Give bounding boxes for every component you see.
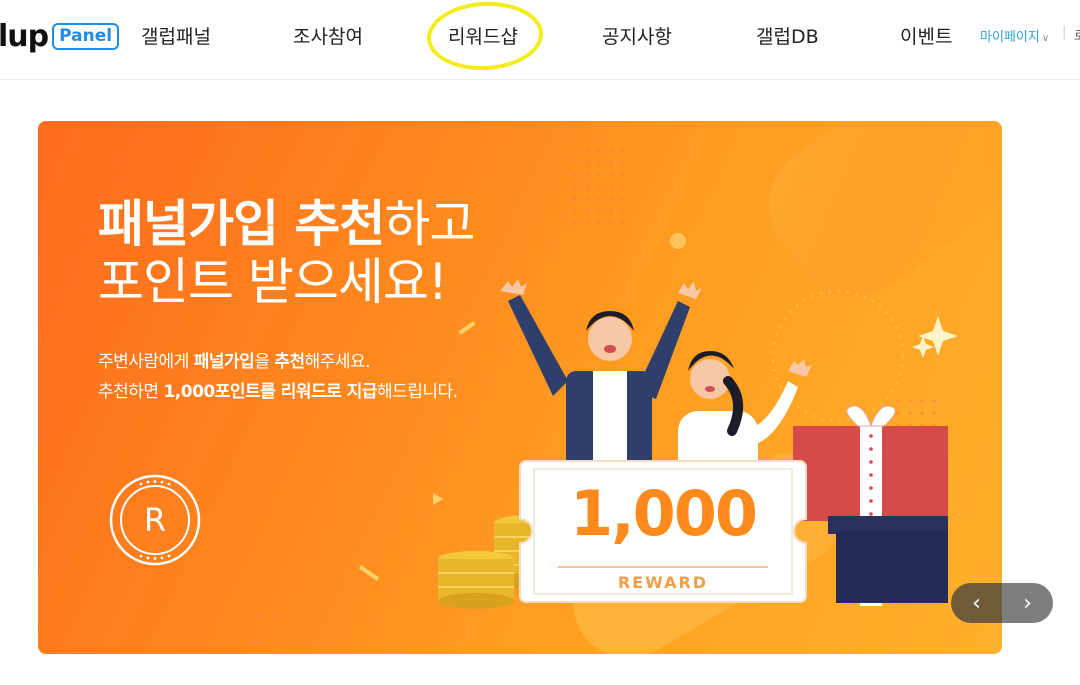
nav-gallup-db[interactable]: 갤럽DB — [756, 22, 819, 49]
reward-r-badge-icon: R — [109, 474, 201, 566]
desc-text: 주변사람에게 — [98, 352, 194, 372]
carousel-controls: ‹ › — [951, 583, 1053, 623]
badge-letter: R — [144, 501, 166, 539]
desc-text: 해주세요. — [304, 352, 371, 372]
nav-event[interactable]: 이벤트 — [900, 22, 952, 49]
gallup-panel-logo[interactable]: lup Panel — [0, 18, 120, 54]
reward-label: REWARD — [617, 573, 709, 592]
nav-reward-shop[interactable]: 리워드샵 — [448, 22, 518, 49]
reward-amount: 1,000 — [569, 477, 758, 550]
mypage-dropdown[interactable]: 마이페이지 ∨ — [980, 26, 1049, 45]
header-divider: | — [1062, 25, 1067, 40]
desc-text: 을 — [254, 352, 275, 372]
nav-notice[interactable]: 공지사항 — [602, 22, 672, 49]
desc-bold: 패널가입 — [193, 352, 255, 372]
banner-title-strong: 패널가입 추천 — [98, 195, 385, 253]
desc-bold: 1,000포인트를 리워드로 지급 — [163, 382, 377, 402]
nav-gallup-panel[interactable]: 갤럽패널 — [141, 22, 211, 49]
logo-word: lup — [0, 18, 49, 54]
header-cut-link[interactable]: 로 — [1074, 25, 1080, 44]
hero-banner[interactable]: 패널가입 추천하고 포인트 받으세요! 주변사람에게 패널가입을 추천해주세요.… — [38, 121, 1002, 654]
chevron-down-icon: ∨ — [1041, 33, 1050, 44]
mypage-label: 마이페이지 — [980, 30, 1040, 45]
carousel-prev-button[interactable]: ‹ — [951, 583, 1002, 623]
carousel-next-button[interactable]: › — [1002, 583, 1053, 623]
logo-panel-badge: Panel — [52, 22, 120, 50]
desc-bold: 추천 — [274, 352, 305, 372]
nav-survey-participation[interactable]: 조사참여 — [293, 22, 363, 49]
desc-text: 추천하면 — [98, 382, 164, 402]
site-header: lup Panel 갤럽패널 조사참여 리워드샵 공지사항 갤럽DB 이벤트 마… — [0, 0, 1080, 80]
